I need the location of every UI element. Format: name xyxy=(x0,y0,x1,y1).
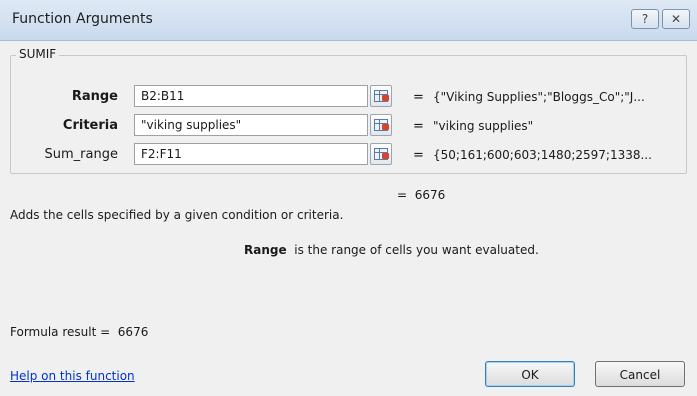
result-equals: = xyxy=(397,188,408,202)
cancel-button[interactable]: Cancel xyxy=(595,361,685,387)
criteria-input[interactable] xyxy=(134,114,368,136)
range-input[interactable] xyxy=(134,85,368,107)
help-icon[interactable]: ? xyxy=(631,9,659,29)
ok-button[interactable]: OK xyxy=(485,361,575,387)
range-equals: = xyxy=(413,90,424,105)
result-value: 6676 xyxy=(414,188,446,202)
argument-help: Range is the range of cells you want eva… xyxy=(244,243,539,257)
title-bar[interactable]: Function Arguments ? ✕ xyxy=(0,0,697,41)
close-icon[interactable]: ✕ xyxy=(662,9,690,29)
range-ref-button[interactable] xyxy=(370,85,392,107)
criteria-label: Criteria xyxy=(62,118,118,133)
criteria-value: "viking supplies" xyxy=(433,119,534,133)
criteria-ref-button[interactable] xyxy=(370,114,392,136)
function-result: = 6676 xyxy=(397,188,445,202)
function-arguments-dialog: Function Arguments ? ✕ SUMIF Range = {"V… xyxy=(0,0,697,396)
sum-range-equals: = xyxy=(413,148,424,163)
formula-result-label: Formula result = xyxy=(10,325,111,339)
criteria-equals: = xyxy=(413,119,424,134)
range-label: Range xyxy=(71,89,118,104)
window-title: Function Arguments xyxy=(12,11,153,27)
formula-result-value: 6676 xyxy=(117,325,149,339)
help-on-function-link[interactable]: Help on this function xyxy=(10,369,135,383)
sum-range-label: Sum_range xyxy=(44,147,118,162)
function-description: Adds the cells specified by a given cond… xyxy=(10,208,344,222)
sum-range-input[interactable] xyxy=(134,143,368,165)
argument-help-text: is the range of cells you want evaluated… xyxy=(294,243,539,257)
sum-range-value: {50;161;600;603;1480;2597;1338... xyxy=(433,148,652,162)
function-name: SUMIF xyxy=(16,47,60,61)
range-value: {"Viking Supplies";"Bloggs_Co";"J... xyxy=(433,90,645,104)
formula-result: Formula result = 6676 xyxy=(10,325,148,339)
sum-range-ref-button[interactable] xyxy=(370,143,392,165)
argument-help-name: Range xyxy=(244,243,287,257)
